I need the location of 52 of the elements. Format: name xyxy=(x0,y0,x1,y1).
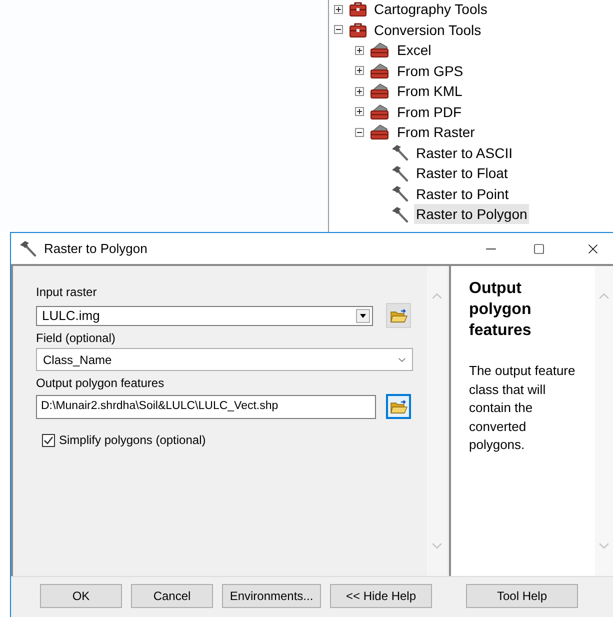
dialog-button[interactable]: Tool Help xyxy=(466,584,578,608)
dialog-button[interactable]: << Hide Help xyxy=(330,584,432,608)
tree-item[interactable]: Conversion Tools xyxy=(372,20,484,40)
tree-item[interactable]: From GPS xyxy=(395,60,466,81)
toolset-icon xyxy=(370,104,390,120)
output-path-field[interactable]: D:\Munair2.shrdha\Soil&LULC\LULC_Vect.shp xyxy=(36,394,376,418)
scrollbar[interactable] xyxy=(595,266,613,576)
tree-item[interactable]: Raster to Float xyxy=(414,163,510,184)
checkbox[interactable] xyxy=(42,434,55,446)
field-select[interactable]: Class_Name xyxy=(36,348,413,371)
scrollbar[interactable] xyxy=(427,266,447,576)
hammer-icon xyxy=(391,185,409,202)
expand-icon[interactable] xyxy=(355,46,364,55)
expand-icon[interactable] xyxy=(355,66,364,76)
tree-item[interactable]: Raster to Polygon xyxy=(414,204,530,224)
tree-item[interactable]: From PDF xyxy=(395,102,464,122)
maximize-icon[interactable] xyxy=(533,242,545,254)
field-label: Field (optional) xyxy=(36,331,116,346)
input-raster-combo[interactable]: LULC.img xyxy=(36,306,373,326)
field-label: Output polygon features xyxy=(36,376,166,391)
tree-item[interactable]: Cartography Tools xyxy=(372,0,490,20)
hammer-icon xyxy=(19,240,37,257)
help-title: Output polygon features xyxy=(469,279,532,341)
tree-item[interactable]: From Raster xyxy=(395,122,477,142)
expand-icon[interactable] xyxy=(355,86,364,96)
window-title: Raster to Polygon xyxy=(44,240,148,258)
dialog-button[interactable]: OK xyxy=(40,584,122,608)
tree-item[interactable]: Raster to ASCII xyxy=(414,142,514,163)
dialog-button[interactable]: Cancel xyxy=(131,584,213,608)
hammer-icon xyxy=(391,144,409,162)
browse-button[interactable] xyxy=(386,394,411,419)
dialog-button[interactable]: Environments... xyxy=(222,584,321,608)
toolbox-icon xyxy=(349,22,367,38)
toolset-icon xyxy=(370,83,390,100)
folder-icon xyxy=(390,308,408,324)
hammer-icon xyxy=(391,164,409,182)
collapse-icon[interactable] xyxy=(334,25,343,34)
toolset-icon xyxy=(370,124,390,140)
tree-item[interactable]: From KML xyxy=(395,81,464,102)
folder-icon xyxy=(390,398,408,414)
field-label: Input raster xyxy=(36,285,98,300)
hammer-icon xyxy=(391,206,409,223)
help-text: The output feature class that will contain the converted polygons. xyxy=(469,362,576,454)
tree-item[interactable]: Raster to Point xyxy=(414,184,511,204)
tree-item[interactable]: Excel xyxy=(395,40,434,60)
checkbox-label: Simplify polygons (optional) xyxy=(59,432,206,449)
toolset-icon xyxy=(370,62,390,79)
expand-icon[interactable] xyxy=(334,4,343,14)
expand-icon[interactable] xyxy=(355,107,364,116)
toolbox-icon xyxy=(349,1,367,18)
collapse-icon[interactable] xyxy=(355,128,364,137)
toolset-icon xyxy=(370,42,390,58)
